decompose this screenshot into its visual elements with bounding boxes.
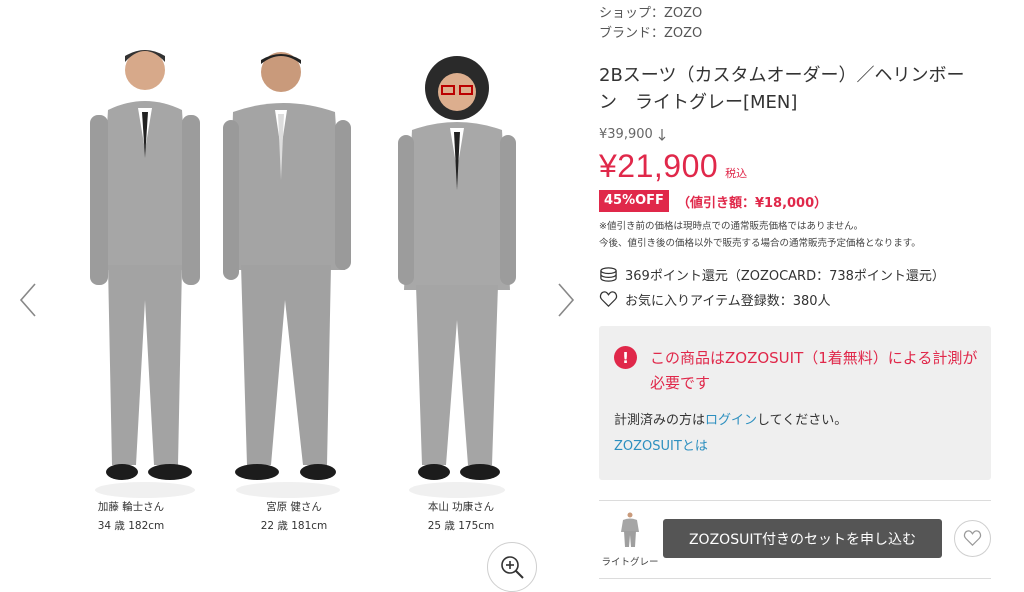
arrow-down-icon (658, 128, 666, 141)
model-details: 22 歳 181cm (260, 520, 328, 532)
points-info: 369ポイント還元（ZOZOCARD：738ポイント還元） (599, 265, 994, 284)
price-row: ¥21,900 税込 (599, 148, 994, 185)
zoom-in-icon (501, 556, 524, 579)
model-name: 宮原 健さん (266, 501, 322, 513)
product-info-panel: ショップ：ZOZO ブランド：ZOZO 2Bスーツ（カスタムオーダー）／ヘリンボ… (599, 0, 994, 592)
price-note: ※値引き前の価格は現時点での通常販売価格ではありません。 今後、値引き後の価格以… (599, 218, 994, 252)
login-link[interactable]: ログイン (705, 413, 757, 428)
favorites-text: お気に入りアイテム登録数：380人 (625, 294, 831, 309)
model-name: 本山 功康さん (427, 501, 495, 513)
zozosuit-info-link[interactable]: ZOZOSUITとは (614, 435, 708, 454)
model-photo-2 (223, 40, 353, 502)
price-note-line: ※値引き前の価格は現時点での通常販売価格ではありません。 (599, 221, 864, 232)
model-details: 25 歳 175cm (427, 520, 495, 532)
divider (599, 500, 991, 501)
model-caption-3: 本山 功康さん 25 歳 175cm (396, 498, 526, 536)
points-text: 369ポイント還元（ZOZOCARD：738ポイント還元） (625, 269, 945, 284)
model-photo-3 (392, 40, 522, 502)
apply-set-button[interactable]: ZOZOSUIT付きのセットを申し込む (663, 519, 942, 558)
color-variant-swatch[interactable]: ライトグレー (599, 512, 661, 568)
favorite-button[interactable] (954, 520, 991, 557)
divider (599, 578, 991, 579)
chevron-right-icon[interactable] (549, 280, 579, 320)
model-name: 加藤 輪士さん (97, 501, 165, 513)
shop-brand-info: ショップ：ZOZO ブランド：ZOZO (599, 4, 994, 44)
original-price: ¥39,900 (599, 127, 994, 142)
zoom-button[interactable] (487, 542, 537, 592)
variant-label: ライトグレー (601, 557, 659, 568)
original-price-value: ¥39,900 (599, 127, 653, 142)
login-suffix: してください。 (757, 413, 848, 428)
exclamation-icon: ! (614, 346, 637, 369)
tax-label: 税込 (725, 167, 748, 180)
product-image-gallery: 加藤 輪士さん 34 歳 182cm 宮原 健さん 22 歳 181cm 本山 … (0, 0, 585, 592)
login-prompt: 計測済みの方はログインしてください。 (614, 409, 847, 428)
favorites-info: お気に入りアイテム登録数：380人 (599, 290, 994, 309)
login-prefix: 計測済みの方は (614, 413, 706, 428)
shop-link[interactable]: ショップ：ZOZO (599, 4, 994, 24)
model-caption-2: 宮原 健さん 22 歳 181cm (229, 498, 359, 536)
coins-icon (600, 267, 617, 282)
sale-price: ¥21,900 (599, 148, 719, 184)
discount-amount: （値引き額：¥18,000） (676, 195, 828, 211)
alert-message: この商品はZOZOSUIT（1着無料）による計測が必要です (650, 349, 978, 392)
product-title: 2Bスーツ（カスタムオーダー）／ヘリンボーン ライトグレー[MEN] (599, 65, 965, 113)
brand-link[interactable]: ブランド：ZOZO (599, 24, 994, 44)
chevron-left-icon[interactable] (15, 280, 45, 320)
heart-icon (963, 530, 982, 547)
discount-row: 45%OFF （値引き額：¥18,000） (599, 190, 994, 212)
price-note-line: 今後、値引き後の価格以外で販売する場合の通常販売予定価格となります。 (599, 238, 921, 249)
zozosuit-alert: ! この商品はZOZOSUIT（1着無料）による計測が必要です 計測済みの方はロ… (599, 326, 991, 480)
model-details: 34 歳 182cm (97, 520, 165, 532)
discount-badge: 45%OFF (599, 190, 669, 212)
model-caption-1: 加藤 輪士さん 34 歳 182cm (66, 498, 196, 536)
suit-thumbnail-icon (621, 512, 639, 547)
heart-icon (599, 291, 618, 308)
model-photo-1 (80, 40, 210, 502)
